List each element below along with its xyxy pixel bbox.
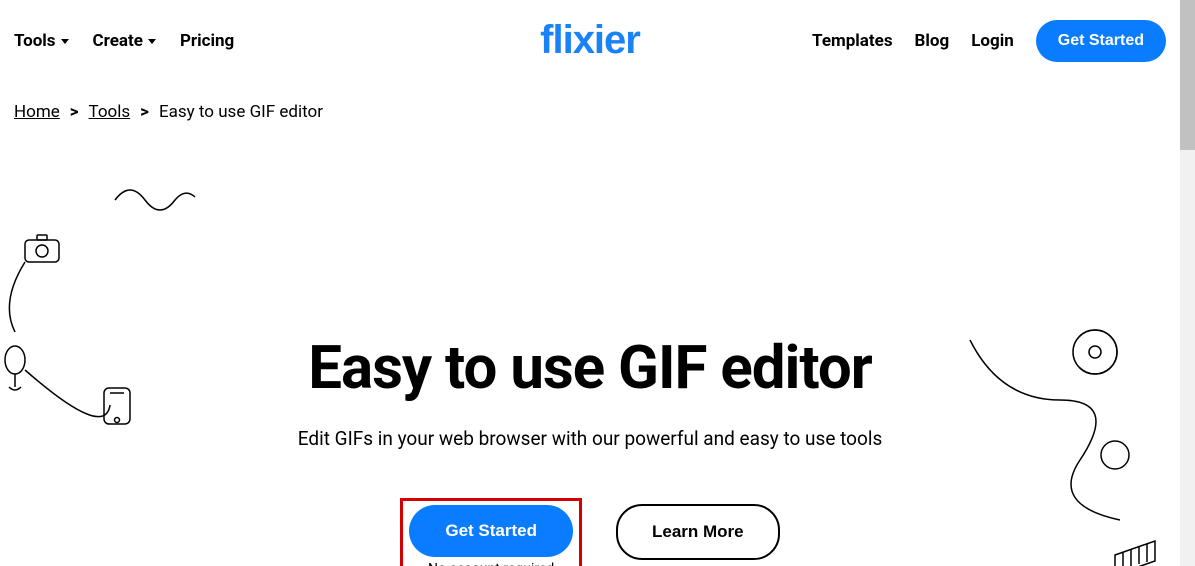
chevron-down-icon bbox=[61, 39, 69, 44]
page-subtitle: Edit GIFs in your web browser with our p… bbox=[0, 427, 1180, 450]
breadcrumb-home[interactable]: Home bbox=[14, 102, 60, 122]
nav-templates-label: Templates bbox=[812, 31, 893, 51]
breadcrumb-tools[interactable]: Tools bbox=[89, 102, 131, 122]
nav-blog-label: Blog bbox=[915, 31, 950, 51]
scrollbar-thumb[interactable] bbox=[1180, 0, 1195, 150]
chevron-right-icon: > bbox=[140, 102, 149, 122]
highlighted-cta-box: Get Started No account required bbox=[400, 498, 582, 566]
breadcrumb: Home > Tools > Easy to use GIF editor bbox=[0, 72, 1180, 122]
learn-more-button[interactable]: Learn More bbox=[616, 504, 780, 560]
nav-tools[interactable]: Tools bbox=[14, 31, 69, 51]
cta-note: No account required bbox=[428, 561, 554, 566]
get-started-button[interactable]: Get Started bbox=[1036, 20, 1166, 62]
nav-create-label: Create bbox=[93, 31, 143, 51]
scrollbar-track[interactable] bbox=[1180, 0, 1195, 566]
hero: Easy to use GIF editor Edit GIFs in your… bbox=[0, 122, 1180, 566]
hero-get-started-button[interactable]: Get Started bbox=[409, 505, 573, 557]
cta-row: Get Started No account required Learn Mo… bbox=[0, 498, 1180, 566]
nav-right: Templates Blog Login Get Started bbox=[812, 20, 1166, 62]
brand-logo[interactable]: flixier bbox=[540, 18, 640, 63]
chevron-right-icon: > bbox=[70, 102, 79, 122]
breadcrumb-current: Easy to use GIF editor bbox=[159, 102, 323, 122]
nav-templates[interactable]: Templates bbox=[812, 31, 893, 51]
page-title: Easy to use GIF editor bbox=[0, 332, 1180, 403]
nav-pricing-label: Pricing bbox=[180, 31, 234, 51]
nav-create[interactable]: Create bbox=[93, 31, 156, 51]
nav-pricing[interactable]: Pricing bbox=[180, 31, 234, 51]
nav-blog[interactable]: Blog bbox=[915, 31, 950, 51]
nav-tools-label: Tools bbox=[14, 31, 56, 51]
chevron-down-icon bbox=[148, 39, 156, 44]
nav-login[interactable]: Login bbox=[971, 31, 1014, 51]
nav-login-label: Login bbox=[971, 31, 1014, 51]
nav-left: Tools Create Pricing bbox=[14, 31, 234, 51]
header: Tools Create Pricing flixier Templates B… bbox=[0, 0, 1180, 72]
